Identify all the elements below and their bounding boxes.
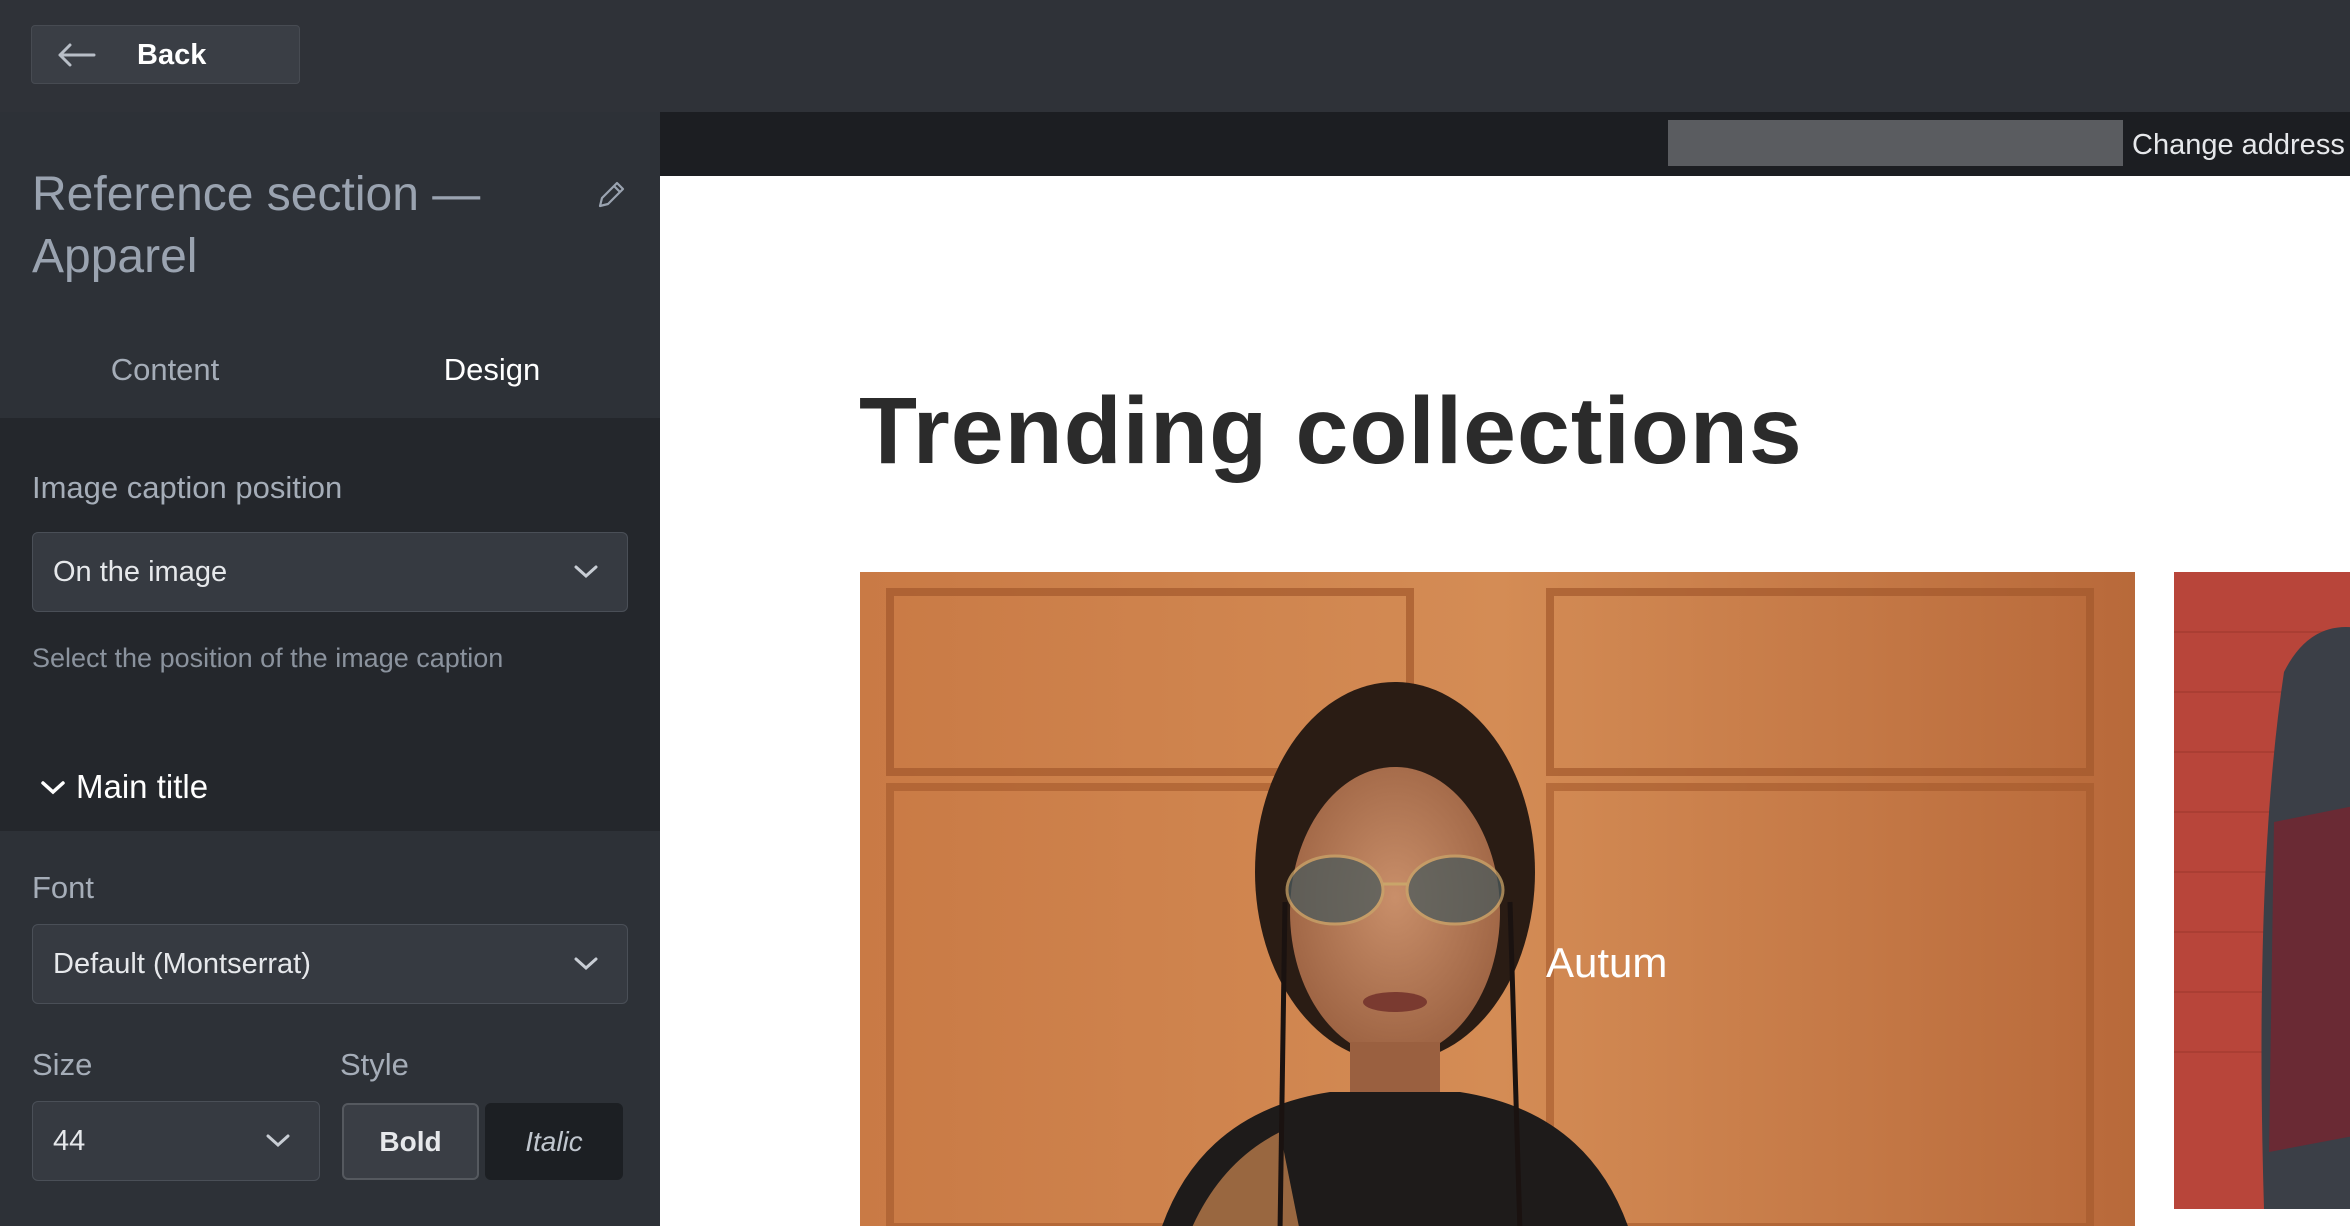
image-caption-position-select[interactable]: On the image	[32, 532, 628, 612]
back-button[interactable]: Back	[31, 25, 300, 84]
font-value: Default (Montserrat)	[53, 948, 311, 980]
top-bar: Back	[0, 0, 2350, 112]
size-select[interactable]: 44	[32, 1101, 320, 1181]
back-label: Back	[137, 39, 207, 71]
pencil-icon[interactable]	[594, 178, 628, 212]
image-caption-position-label: Image caption position	[32, 470, 343, 505]
tab-bar: Content Design	[0, 330, 660, 422]
preview-title: Trending collections	[859, 378, 1803, 484]
font-select[interactable]: Default (Montserrat)	[32, 924, 628, 1004]
main-title-group-label: Main title	[76, 768, 209, 805]
font-label: Font	[32, 870, 95, 905]
size-value: 44	[53, 1125, 86, 1157]
image-caption-position-value: On the image	[53, 556, 228, 588]
sidebar: Reference section — Apparel Content Desi…	[0, 112, 660, 1226]
tab-design[interactable]: Design	[328, 330, 656, 422]
size-label: Size	[32, 1047, 93, 1082]
collection-image-main[interactable]	[860, 572, 2135, 1226]
change-address-link[interactable]: Change address	[2132, 128, 2345, 162]
tab-design-label: Design	[443, 352, 541, 387]
address-input[interactable]	[1668, 120, 2123, 166]
bold-button[interactable]: Bold	[342, 1103, 479, 1180]
tab-content-label: Content	[110, 352, 220, 387]
collection-image-secondary[interactable]	[2174, 572, 2350, 1209]
chevron-down-icon	[574, 957, 598, 971]
chevron-down-icon	[41, 781, 65, 795]
italic-button[interactable]: Italic	[485, 1103, 623, 1180]
arrow-left-icon	[58, 43, 96, 67]
side-card-caption: Autum	[1546, 939, 1668, 986]
section-title: Reference section — Apparel	[32, 168, 481, 283]
page-preview: Trending collections Autum	[660, 176, 2350, 1226]
tab-content[interactable]: Content	[0, 330, 330, 418]
style-label: Style	[340, 1047, 409, 1082]
chevron-down-icon	[574, 565, 598, 579]
chevron-down-icon	[266, 1134, 290, 1148]
image-caption-helper-text: Select the position of the image caption	[32, 643, 504, 673]
